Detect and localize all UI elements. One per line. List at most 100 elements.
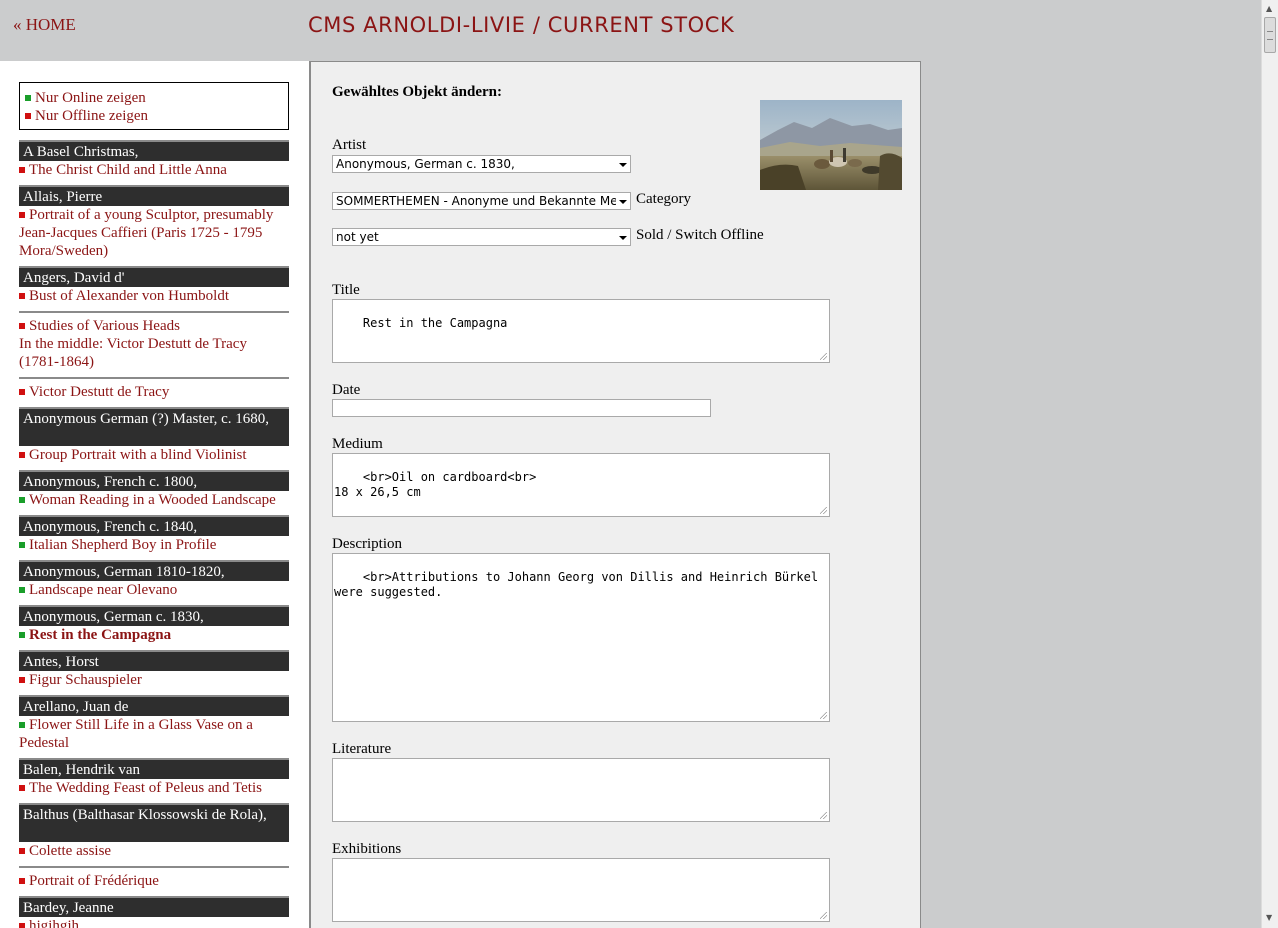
artwork-link[interactable]: Group Portrait with a blind Violinist [19,446,289,470]
home-link[interactable]: « HOME [13,15,76,35]
artist-header: Balen, Hendrik van [19,758,289,779]
resize-grip-icon[interactable] [820,912,827,919]
offline-status-icon [19,785,25,791]
artwork-title[interactable]: Studies of Various Heads In the middle: … [19,318,247,370]
artwork-title[interactable]: Figur Schauspieler [29,672,142,688]
artwork-link[interactable]: Woman Reading in a Wooded Landscape [19,491,289,515]
artist-header: Anonymous, French c. 1840, [19,515,289,536]
page-scrollbar[interactable]: ▲ ▼ [1261,0,1278,928]
online-status-icon [19,497,25,503]
artwork-link[interactable]: Victor Destutt de Tracy [19,377,289,407]
date-input[interactable] [332,399,711,417]
artist-header: Anonymous, German c. 1830, [19,605,289,626]
artwork-link[interactable]: Italian Shepherd Boy in Profile [19,536,289,560]
offline-status-icon [19,212,25,218]
artwork-thumbnail [760,100,902,190]
medium-textarea[interactable]: <br>Oil on cardboard<br> 18 x 26,5 cm [332,453,830,517]
artwork-link[interactable]: Studies of Various Heads In the middle: … [19,311,289,377]
artwork-link[interactable]: Figur Schauspieler [19,671,289,695]
artwork-title[interactable]: Portrait of a young Sculptor, presumably… [19,207,273,259]
resize-grip-icon[interactable] [820,712,827,719]
artist-header: Anonymous, French c. 1800, [19,470,289,491]
description-textarea-value: <br>Attributions to Johann Georg von Dil… [334,570,826,599]
medium-textarea-value: <br>Oil on cardboard<br> 18 x 26,5 cm [334,470,537,499]
online-status-icon [25,95,31,101]
artwork-link[interactable]: Portrait of a young Sculptor, presumably… [19,206,289,266]
artwork-link[interactable]: Landscape near Olevano [19,581,289,605]
scroll-up-icon[interactable]: ▲ [1266,4,1272,13]
artist-select[interactable]: Anonymous, German c. 1830, [332,155,631,173]
artwork-link[interactable]: Flower Still Life in a Glass Vase on a P… [19,716,289,758]
artwork-link[interactable]: The Wedding Feast of Peleus and Tetis [19,779,289,803]
page-title: CMS ARNOLDI-LIVIE / CURRENT STOCK [308,13,735,37]
artist-header: Allais, Pierre [19,185,289,206]
category-select[interactable]: SOMMERTHEMEN - Anonyme und Bekannte Meis… [332,192,631,210]
sold-select[interactable]: not yet [332,228,631,246]
resize-grip-icon[interactable] [820,353,827,360]
artwork-title[interactable]: Flower Still Life in a Glass Vase on a P… [19,717,253,751]
artist-header: Angers, David d' [19,266,289,287]
offline-status-icon [25,113,31,119]
exhibitions-textarea[interactable] [332,858,830,922]
artist-header: A Basel Christmas, [19,140,289,161]
artist-header: Arellano, Juan de [19,695,289,716]
artist-header: Anonymous German (?) Master, c. 1680, [19,407,289,446]
artwork-title[interactable]: The Wedding Feast of Peleus and Tetis [29,780,262,796]
artist-select-value: Anonymous, German c. 1830, [336,157,515,171]
offline-status-icon [19,323,25,329]
online-status-icon [19,632,25,638]
artwork-title[interactable]: Italian Shepherd Boy in Profile [29,537,216,553]
artwork-link[interactable]: Colette assise [19,842,289,866]
resize-grip-icon[interactable] [820,812,827,819]
offline-status-icon [19,878,25,884]
artwork-title[interactable]: Portrait of Frédérique [29,873,159,889]
edit-panel: Gewähltes Objekt ändern: Artist Anonymou… [309,61,921,928]
artist-list: A Basel Christmas, The Christ Child and L… [19,140,289,928]
artwork-title[interactable]: The Christ Child and Little Anna [29,162,227,178]
online-status-icon [19,722,25,728]
artwork-link[interactable]: The Christ Child and Little Anna [19,161,289,185]
resize-grip-icon[interactable] [820,507,827,514]
chevron-down-icon [619,163,627,167]
filter-offline-label[interactable]: Nur Offline zeigen [35,108,148,124]
filter-offline-link[interactable]: Nur Offline zeigen [25,107,288,125]
artwork-link[interactable]: Rest in the Campagna [19,626,289,650]
offline-status-icon [19,677,25,683]
artist-label: Artist [332,137,367,153]
title-textarea[interactable]: Rest in the Campagna [332,299,830,363]
offline-status-icon [19,293,25,299]
sold-select-value: not yet [336,230,379,244]
artist-header: Balthus (Balthasar Klossowski de Rola), [19,803,289,842]
literature-textarea[interactable] [332,758,830,822]
title-label: Title [332,282,360,298]
title-textarea-value: Rest in the Campagna [362,316,508,330]
scroll-thumb[interactable] [1264,17,1276,53]
artwork-title[interactable]: Victor Destutt de Tracy [29,384,169,400]
offline-status-icon [19,848,25,854]
artwork-title[interactable]: Group Portrait with a blind Violinist [29,447,247,463]
offline-status-icon [19,923,25,928]
exhibitions-label: Exhibitions [332,841,402,857]
description-textarea[interactable]: <br>Attributions to Johann Georg von Dil… [332,553,830,722]
artwork-link[interactable]: Bust of Alexander von Humboldt [19,287,289,311]
artwork-title[interactable]: Landscape near Olevano [29,582,177,598]
artwork-title[interactable]: Rest in the Campagna [29,627,171,643]
artwork-title[interactable]: Woman Reading in a Wooded Landscape [29,492,276,508]
artwork-title[interactable]: Bust of Alexander von Humboldt [29,288,229,304]
chevron-down-icon [619,236,627,240]
artwork-link[interactable]: hjgjhgjh [19,917,289,928]
sold-label: Sold / Switch Offline [636,227,764,243]
artist-header: Anonymous, German 1810-1820, [19,560,289,581]
offline-status-icon [19,452,25,458]
online-status-icon [19,542,25,548]
artwork-title[interactable]: Colette assise [29,843,111,859]
medium-label: Medium [332,436,383,452]
offline-status-icon [19,389,25,395]
filter-online-link[interactable]: Nur Online zeigen [25,89,288,107]
category-label: Category [636,191,691,207]
scroll-down-icon[interactable]: ▼ [1266,913,1272,922]
chevron-down-icon [619,200,627,204]
artwork-title[interactable]: hjgjhgjh [29,918,79,928]
artwork-link[interactable]: Portrait of Frédérique [19,866,289,896]
filter-online-label[interactable]: Nur Online zeigen [35,90,146,106]
